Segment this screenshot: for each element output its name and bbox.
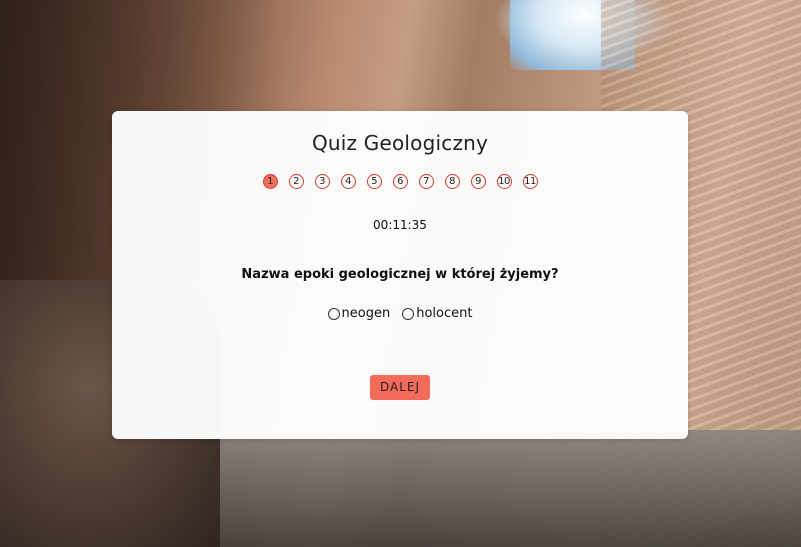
- next-button[interactable]: DALEJ: [370, 375, 430, 400]
- step-indicator[interactable]: 4: [340, 174, 356, 189]
- step-indicator[interactable]: 3: [314, 174, 330, 189]
- step-indicator[interactable]: 8: [444, 174, 460, 189]
- step-indicator[interactable]: 6: [392, 174, 408, 189]
- quiz-timer: 00:11:35: [373, 218, 427, 232]
- answer-options: neogen holocent: [112, 306, 688, 321]
- background-rock-floor: [150, 430, 801, 547]
- radio-button[interactable]: [327, 307, 340, 320]
- answer-label: neogen: [341, 306, 391, 321]
- step-indicator[interactable]: 10: [496, 174, 512, 189]
- answer-label: holocent: [416, 306, 473, 321]
- quiz-title: Quiz Geologiczny: [311, 131, 489, 155]
- step-indicator[interactable]: 5: [366, 174, 382, 189]
- quiz-card: Quiz Geologiczny 1 2 3 4 5 6 7 8 9 10 11…: [112, 111, 688, 439]
- step-indicator[interactable]: 1: [262, 174, 278, 189]
- step-indicator[interactable]: 2: [288, 174, 304, 189]
- step-indicator[interactable]: 9: [470, 174, 486, 189]
- answer-option-neogen[interactable]: neogen: [327, 306, 391, 321]
- question-text: Nazwa epoki geologicznej w której żyjemy…: [241, 267, 559, 282]
- step-indicator[interactable]: 11: [522, 174, 538, 189]
- step-indicator[interactable]: 7: [418, 174, 434, 189]
- answer-option-holocent[interactable]: holocent: [402, 306, 472, 321]
- question-stepper: 1 2 3 4 5 6 7 8 9 10 11: [112, 174, 688, 189]
- radio-button[interactable]: [402, 307, 415, 320]
